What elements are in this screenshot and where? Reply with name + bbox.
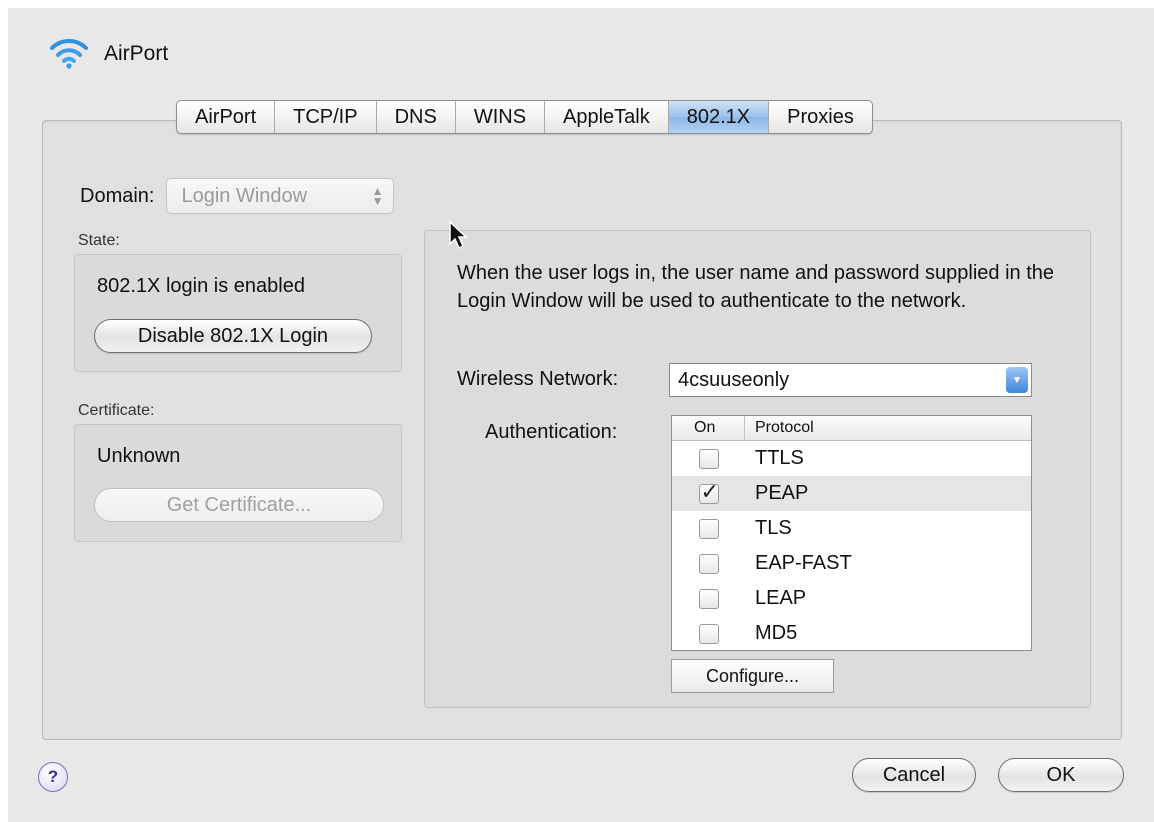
help-icon[interactable]: ? <box>38 762 68 792</box>
authentication-table: On Protocol TTLS ✓ PEAP TLS EAP-FAST LEA… <box>671 415 1032 651</box>
checkmark-icon: ✓ <box>700 478 719 504</box>
auth-table-header: On Protocol <box>672 416 1031 441</box>
column-header-protocol[interactable]: Protocol <box>745 416 814 440</box>
domain-popup[interactable]: Login Window ▲ ▼ <box>166 178 395 214</box>
tab-wins[interactable]: WINS <box>456 101 546 133</box>
table-row[interactable]: TLS <box>672 511 1031 546</box>
protocol-name: TTLS <box>755 447 804 469</box>
chevron-down-icon[interactable]: ▼ <box>1006 367 1028 393</box>
tab-8021x[interactable]: 802.1X <box>668 101 770 133</box>
disable-8021x-login-button[interactable]: Disable 802.1X Login <box>94 319 372 353</box>
tab-dns[interactable]: DNS <box>377 101 456 133</box>
state-text: 802.1X login is enabled <box>97 275 305 297</box>
tab-airport[interactable]: AirPort <box>177 101 276 133</box>
table-row[interactable]: TTLS <box>672 441 1031 476</box>
wireless-network-label: Wireless Network: <box>457 368 619 390</box>
configure-button[interactable]: Configure... <box>671 659 834 693</box>
certificate-text: Unknown <box>97 445 181 467</box>
checkbox-eap-fast[interactable] <box>698 553 719 574</box>
updown-arrows-icon: ▲ ▼ <box>371 184 384 208</box>
state-group: 802.1X login is enabled Disable 802.1X L… <box>74 254 402 372</box>
table-row[interactable]: EAP-FAST <box>672 546 1031 581</box>
mouse-pointer-icon <box>449 220 468 250</box>
table-row[interactable]: MD5 <box>672 616 1031 650</box>
checkbox-peap[interactable]: ✓ <box>698 479 719 504</box>
tab-proxies[interactable]: Proxies <box>769 101 872 133</box>
tab-appletalk[interactable]: AppleTalk <box>545 101 669 133</box>
protocol-name: MD5 <box>755 622 798 644</box>
protocol-name: PEAP <box>755 482 809 504</box>
domain-row: Domain: Login Window ▲ ▼ <box>80 178 395 214</box>
wireless-network-combobox[interactable]: 4csuuseonly ▼ <box>669 363 1032 397</box>
domain-popup-value: Login Window <box>181 184 308 207</box>
tab-bar: AirPort TCP/IP DNS WINS AppleTalk 802.1X… <box>176 100 873 134</box>
window-title: AirPort <box>104 42 169 65</box>
table-row[interactable]: ✓ PEAP <box>672 476 1031 511</box>
protocol-name: TLS <box>755 517 792 539</box>
protocol-name: LEAP <box>755 587 807 609</box>
login-info-box: When the user logs in, the user name and… <box>424 230 1091 708</box>
tab-tcpip[interactable]: TCP/IP <box>275 101 377 133</box>
get-certificate-button[interactable]: Get Certificate... <box>94 488 384 522</box>
wireless-network-value: 4csuuseonly <box>678 368 790 391</box>
column-header-on[interactable]: On <box>672 416 745 440</box>
state-caption: State: <box>78 232 120 249</box>
window-header: AirPort <box>48 36 168 70</box>
checkbox-ttls[interactable] <box>698 448 719 469</box>
domain-label: Domain: <box>80 184 155 207</box>
protocol-name: EAP-FAST <box>755 552 852 574</box>
certificate-group: Unknown Get Certificate... <box>74 424 402 542</box>
wifi-icon <box>50 38 88 69</box>
table-row[interactable]: LEAP <box>672 581 1031 616</box>
certificate-caption: Certificate: <box>78 402 155 419</box>
checkbox-md5[interactable] <box>698 623 719 644</box>
login-description: When the user logs in, the user name and… <box>457 262 1055 312</box>
cancel-button[interactable]: Cancel <box>852 758 976 792</box>
network-settings-sheet: AirPort AirPort TCP/IP DNS WINS AppleTal… <box>8 8 1154 822</box>
checkbox-leap[interactable] <box>698 588 719 609</box>
authentication-label: Authentication: <box>485 421 618 443</box>
ok-button[interactable]: OK <box>998 758 1124 792</box>
checkbox-tls[interactable] <box>698 518 719 539</box>
